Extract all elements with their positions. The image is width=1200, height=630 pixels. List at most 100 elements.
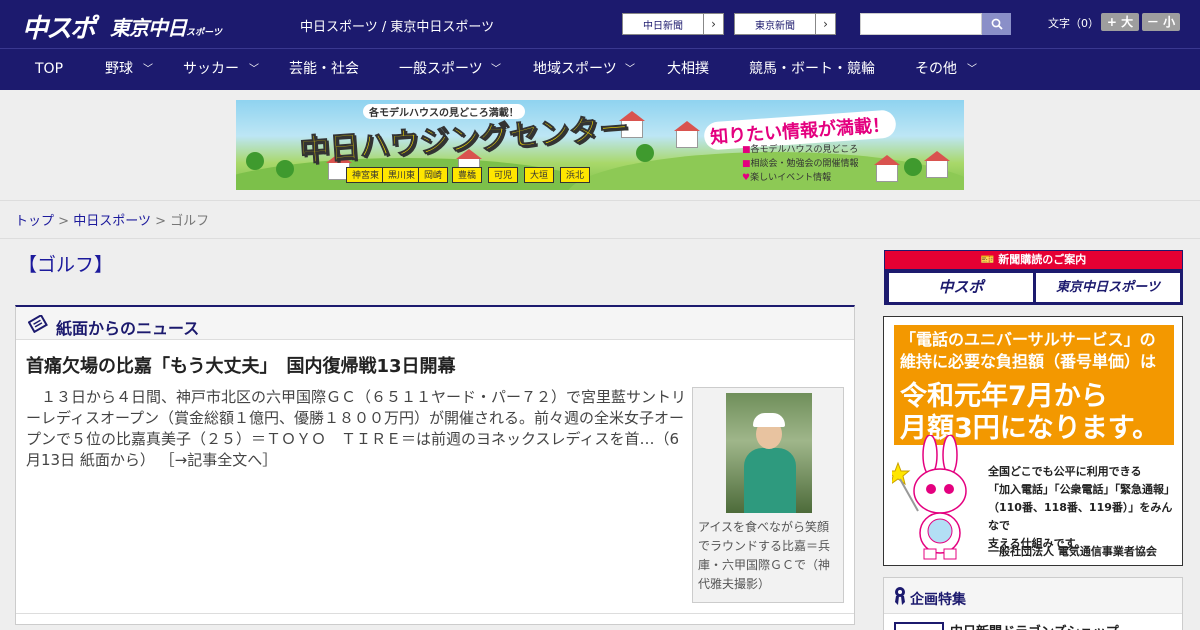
nav-label: 一般スポーツ (399, 61, 483, 77)
search-input[interactable] (860, 13, 982, 35)
nav-label: 大相撲 (667, 61, 709, 77)
photo-figure-body (744, 448, 796, 513)
ad-headline-1b: 維持に必要な負担額（番号単価）は (900, 352, 1157, 371)
nav-label: 芸能・社会 (289, 61, 359, 77)
special-features-title: 企画特集 (910, 592, 966, 608)
special-features-box: 企画特集 中日新聞ドラゴンズショップ (883, 577, 1183, 630)
nav-item-soccer[interactable]: サッカー ﹀ (183, 49, 259, 90)
banner-city-tag: 黒川東 (382, 167, 422, 183)
site-header: 中スポ 東京中日スポーツ 中日スポーツ / 東京中日スポーツ 中日新聞 › 東京… (0, 0, 1200, 48)
banner-feature: ■各モデルハウスの見どころ (742, 145, 859, 155)
banner-city-tag: 岡崎 (418, 167, 449, 183)
nav-label: その他 (915, 61, 957, 77)
search-icon (991, 18, 1003, 30)
subscribe-chuspo-button[interactable]: 中スポ (889, 273, 1033, 302)
tokyo-link-label: 東京新聞 (755, 21, 795, 32)
article-photo[interactable] (726, 393, 812, 513)
chevron-down-icon: ﹀ (143, 64, 153, 75)
breadcrumb-separator: > (58, 214, 70, 229)
ad-body-line: 全国どこでも公平に利用できる (988, 465, 1142, 478)
search-button[interactable] (982, 13, 1011, 35)
article-photo-box: アイスを食べながら笑顔でラウンドする比嘉＝兵庫・六甲国際ＧＣで（神代雅夫撮影） (692, 387, 844, 603)
subscription-title: 新聞購読のご案内 (998, 253, 1087, 266)
subscribe-tokyo-button[interactable]: 東京中日スポーツ (1036, 273, 1180, 302)
nav-label: 野球 (105, 61, 133, 77)
tree-icon (246, 152, 264, 170)
chunichi-link-label: 中日新聞 (643, 21, 683, 32)
banner-area: 各モデルハウスの見どころ満載！ 中日ハウジングセンター 知りたい情報が満載！ 神… (0, 90, 1200, 201)
news-box: 紙面からのニュース 首痛欠場の比嘉「もう大丈夫」 国内復帰戦13日開幕 １３日か… (15, 305, 855, 625)
nav-label: TOP (35, 61, 64, 77)
news-box-title: 紙面からのニュース (56, 319, 200, 338)
ad-organization: 一般社団法人 電気通信事業者協会 (988, 545, 1157, 558)
chevron-down-icon: ﹀ (249, 64, 259, 75)
nav-item-general-sports[interactable]: 一般スポーツ ﹀ (399, 49, 501, 90)
chevron-down-icon: ﹀ (625, 64, 635, 75)
nav-label: 地域スポーツ (533, 61, 617, 77)
banner-feature: ■相談会・勉強会の開催情報 (742, 159, 859, 169)
nav-item-top[interactable]: TOP (35, 49, 63, 90)
ad-body-line: 「加入電話」「公衆電話」「緊急通報」 (988, 483, 1175, 496)
universal-service-ad[interactable]: 「電話のユニバーサルサービス」の 維持に必要な負担額（番号単価）は 令和元年7月… (883, 316, 1183, 566)
nav-item-sumo[interactable]: 大相撲 (667, 49, 709, 90)
house-icon (674, 121, 700, 148)
banner-feature-text: 楽しいイベント情報 (750, 173, 832, 183)
subscription-header: 🎫 新聞購読のご案内 (885, 251, 1182, 269)
read-more-link[interactable]: ［→記事全文へ］ (160, 451, 278, 469)
banner-city-tag: 浜北 (560, 167, 591, 183)
nav-item-local-sports[interactable]: 地域スポーツ ﹀ (533, 49, 635, 90)
breadcrumb-top-link[interactable]: トップ (15, 214, 54, 229)
housing-center-ad-banner[interactable]: 各モデルハウスの見どころ満載！ 中日ハウジングセンター 知りたい情報が満載！ 神… (236, 100, 964, 190)
chevron-down-icon: ﹀ (491, 64, 501, 75)
nav-item-entertainment[interactable]: 芸能・社会 (289, 49, 359, 90)
feature-thumbnail (894, 622, 944, 630)
font-size-label: 文字（0） (1048, 17, 1099, 30)
house-icon (924, 151, 950, 178)
banner-city-tag: 神宮東 (346, 167, 386, 183)
ribbon-icon (895, 587, 905, 605)
banner-feature-text: 各モデルハウスの見どころ (750, 145, 859, 155)
ad-headline-1a: 「電話のユニバーサルサービス」の (900, 330, 1156, 349)
font-smaller-button[interactable]: － 小 (1142, 13, 1180, 31)
ad-body-text: 全国どこでも公平に利用できる 「加入電話」「公衆電話」「緊急通報」 （110番、… (988, 463, 1182, 553)
chevron-right-icon: › (703, 14, 723, 34)
page-title: 【ゴルフ】 (18, 254, 114, 276)
divider (16, 613, 854, 614)
tokyo-chunichi-logo[interactable]: 東京中日スポーツ (110, 12, 222, 41)
nav-item-racing[interactable]: 競馬・ボート・競輪 (749, 49, 875, 90)
font-larger-button[interactable]: + 大 (1101, 13, 1139, 31)
ticket-icon: 🎫 (980, 253, 999, 266)
nav-label: サッカー (183, 61, 239, 77)
ad-headline-panel: 「電話のユニバーサルサービス」の 維持に必要な負担額（番号単価）は 令和元年7月… (894, 325, 1174, 445)
special-feature-item[interactable]: 中日新聞ドラゴンズショップ (884, 613, 1182, 630)
banner-feature-text: 相談会・勉強会の開催情報 (750, 159, 859, 169)
article-summary: １３日から４日間、神戸市北区の六甲国際ＧＣ（６５１１ヤード・パー７２）で宮里藍サ… (26, 387, 686, 471)
article-body-text: １３日から４日間、神戸市北区の六甲国際ＧＣ（６５１１ヤード・パー７２）で宮里藍サ… (26, 388, 687, 469)
breadcrumb-section-link[interactable]: 中日スポーツ (73, 214, 151, 229)
tree-icon (276, 160, 294, 178)
nav-item-baseball[interactable]: 野球 ﹀ (105, 49, 153, 90)
ad-body-line: （110番、118番、119番）」をみんなで (988, 501, 1173, 532)
subscription-box: 🎫 新聞購読のご案内 中スポ 東京中日スポーツ (884, 250, 1183, 305)
tokyo-logo-sub: スポーツ (186, 28, 222, 38)
photo-figure-cap (753, 413, 785, 427)
newspaper-icon (28, 315, 48, 333)
tokyo-shimbun-link[interactable]: 東京新聞 › (734, 13, 836, 35)
nav-label: 競馬・ボート・競輪 (749, 61, 875, 77)
breadcrumb-current: ゴルフ (170, 214, 210, 229)
nav-item-other[interactable]: その他 ﹀ (915, 49, 977, 90)
divider (0, 238, 1200, 239)
ad-headline-2a: 令和元年7月から (900, 381, 1108, 412)
tokyo-logo-text: 東京中日 (110, 16, 187, 40)
banner-feature: ♥楽しいイベント情報 (742, 173, 832, 183)
chevron-down-icon: ﹀ (967, 64, 977, 75)
breadcrumb: トップ > 中日スポーツ > ゴルフ (15, 210, 209, 229)
news-box-header: 紙面からのニュース (16, 307, 854, 340)
chunichi-shimbun-link[interactable]: 中日新聞 › (622, 13, 724, 35)
house-icon (874, 155, 900, 182)
chuspo-logo[interactable]: 中スポ (22, 8, 96, 45)
ad-headline-1: 「電話のユニバーサルサービス」の 維持に必要な負担額（番号単価）は (900, 329, 1156, 373)
feature-item-label: 中日新聞ドラゴンズショップ (950, 621, 1119, 630)
site-names: 中日スポーツ / 東京中日スポーツ (300, 20, 495, 35)
article-title[interactable]: 首痛欠場の比嘉「もう大丈夫」 国内復帰戦13日開幕 (26, 352, 456, 378)
